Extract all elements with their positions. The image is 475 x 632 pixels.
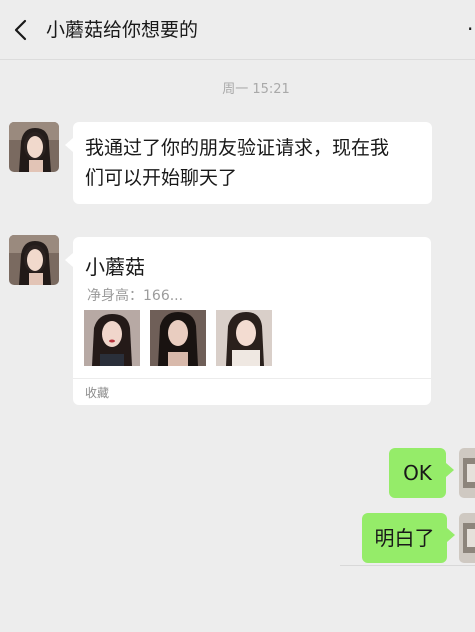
message-text: OK [403, 461, 432, 485]
message-text-line: 我通过了你的朋友验证请求，现在我 [85, 137, 390, 159]
message-text-line: 们可以开始聊天了 [85, 167, 238, 189]
card-footer-label: 收藏 [85, 386, 110, 400]
card-thumbnail[interactable] [150, 310, 206, 366]
card-description: 净身高：166... [87, 288, 184, 304]
message-timestamp: 周一 15:21 [222, 82, 290, 97]
divider-line [340, 565, 475, 566]
card-divider [73, 378, 431, 379]
self-avatar[interactable] [459, 513, 475, 563]
message-text: 明白了 [374, 526, 435, 550]
favorite-card[interactable]: 小蘑菇 净身高：166... 收藏 [65, 237, 431, 405]
message-bubble-outgoing[interactable]: 明白了 [362, 513, 455, 563]
more-icon[interactable]: · [467, 19, 475, 39]
chat-title: 小蘑菇给你想要的 [46, 19, 199, 41]
card-title: 小蘑菇 [85, 255, 145, 279]
self-avatar[interactable] [459, 448, 475, 498]
chat-header: 小蘑菇给你想要的 · [0, 0, 475, 60]
contact-avatar[interactable] [9, 235, 59, 285]
chevron-left-icon[interactable] [10, 16, 32, 44]
card-thumbnail[interactable] [84, 310, 140, 366]
card-thumbnail[interactable] [216, 310, 272, 366]
message-bubble-incoming[interactable]: 我通过了你的朋友验证请求，现在我 们可以开始聊天了 [65, 122, 432, 204]
message-bubble-outgoing[interactable]: OK [389, 448, 454, 498]
contact-avatar[interactable] [9, 122, 59, 172]
